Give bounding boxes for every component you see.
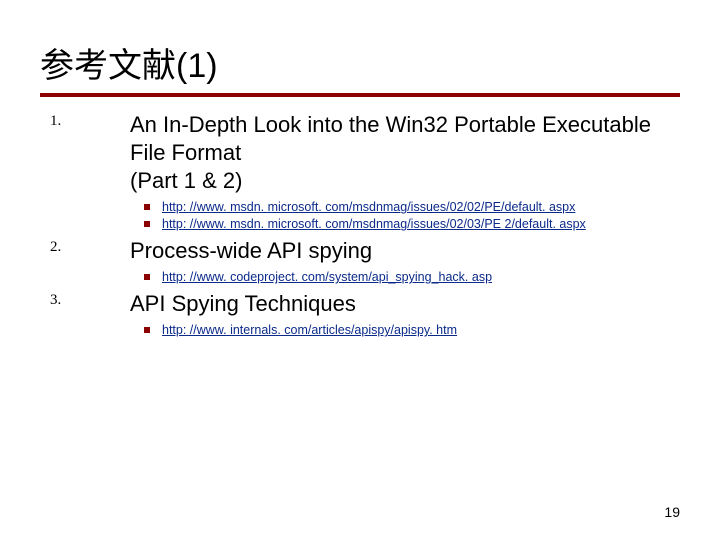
reference-item: 2. Process-wide API spying http: //www. …: [40, 237, 680, 286]
title-rule: [40, 93, 680, 97]
square-bullet-icon: [144, 274, 150, 280]
link-list: http: //www. codeproject. com/system/api…: [130, 269, 680, 286]
page-number: 19: [664, 504, 680, 520]
item-number: 1.: [50, 113, 61, 130]
reference-item: 3. API Spying Techniques http: //www. in…: [40, 290, 680, 339]
item-number: 3.: [50, 292, 61, 309]
reference-item: 1. An In-Depth Look into the Win32 Porta…: [40, 111, 680, 233]
reference-list: 1. An In-Depth Look into the Win32 Porta…: [40, 111, 680, 339]
square-bullet-icon: [144, 204, 150, 210]
square-bullet-icon: [144, 221, 150, 227]
slide-title: 参考文献(1): [40, 38, 680, 87]
reference-link[interactable]: http: //www. internals. com/articles/api…: [162, 323, 457, 337]
list-item: http: //www. msdn. microsoft. com/msdnma…: [130, 199, 680, 216]
reference-link[interactable]: http: //www. msdn. microsoft. com/msdnma…: [162, 200, 575, 214]
link-list: http: //www. internals. com/articles/api…: [130, 322, 680, 339]
list-item: http: //www. internals. com/articles/api…: [130, 322, 680, 339]
reference-link[interactable]: http: //www. msdn. microsoft. com/msdnma…: [162, 217, 586, 231]
link-list: http: //www. msdn. microsoft. com/msdnma…: [130, 199, 680, 233]
square-bullet-icon: [144, 327, 150, 333]
item-title: Process-wide API spying: [130, 237, 680, 265]
list-item: http: //www. codeproject. com/system/api…: [130, 269, 680, 286]
item-number: 2.: [50, 239, 61, 256]
reference-link[interactable]: http: //www. codeproject. com/system/api…: [162, 270, 492, 284]
item-title: An In-Depth Look into the Win32 Portable…: [130, 111, 680, 195]
list-item: http: //www. msdn. microsoft. com/msdnma…: [130, 216, 680, 233]
item-title: API Spying Techniques: [130, 290, 680, 318]
